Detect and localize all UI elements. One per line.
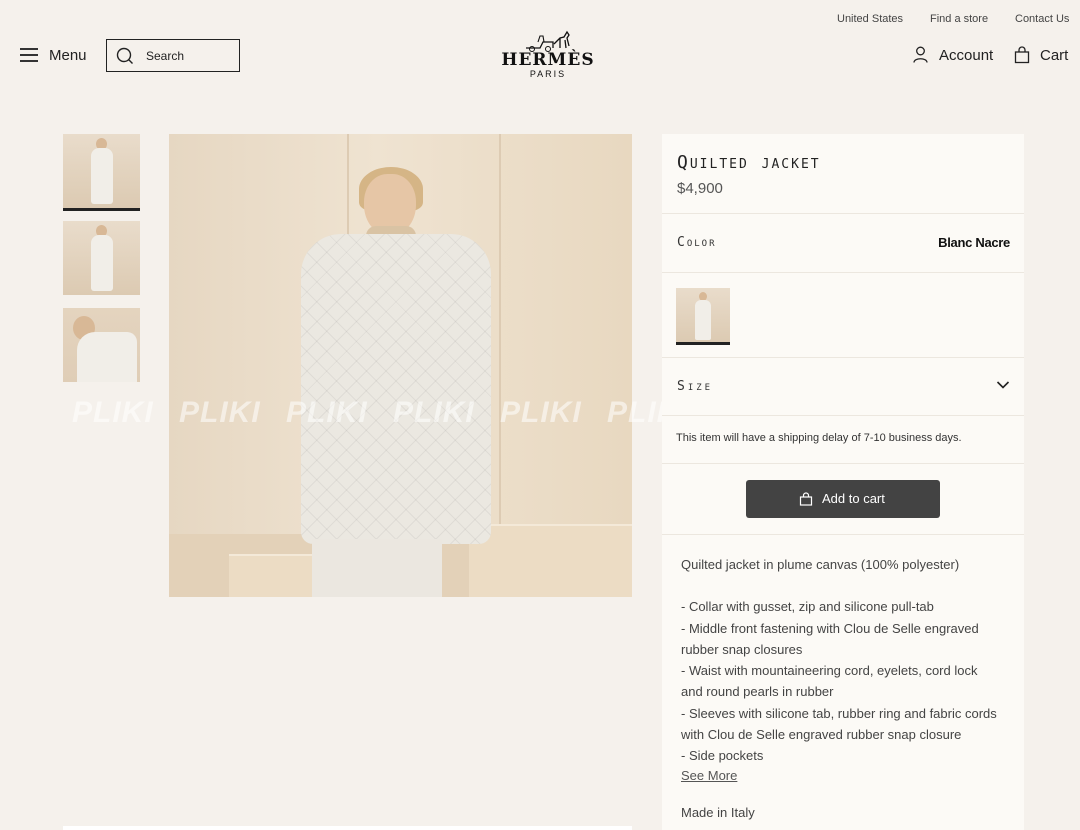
swatch-selected-indicator	[676, 342, 730, 345]
divider	[662, 534, 1024, 535]
brand-logo[interactable]: HERMÈS PARIS	[488, 28, 608, 80]
thumbnail-selected-indicator	[63, 208, 140, 211]
divider	[662, 415, 1024, 416]
description-intro: Quilted jacket in plume canvas (100% pol…	[681, 557, 960, 572]
search-input[interactable]: Search	[106, 39, 240, 72]
next-section-edge	[63, 826, 632, 830]
description-line: rubber snap closures	[681, 642, 803, 657]
shopping-bag-icon	[799, 492, 813, 506]
product-panel: Quilted jacket $4,900 Color Blanc Nacre …	[662, 134, 1024, 830]
search-icon	[116, 47, 133, 64]
main-product-image[interactable]	[169, 134, 632, 597]
thumbnail-3[interactable]	[63, 308, 140, 382]
add-to-cart-label: Add to cart	[822, 491, 885, 506]
logo-wordmark: HERMÈS	[501, 50, 595, 70]
thumbnail-image	[63, 308, 140, 382]
search-placeholder: Search	[146, 49, 185, 63]
description-line: - Collar with gusset, zip and silicone p…	[681, 599, 934, 614]
cart-bag-icon[interactable]	[1014, 46, 1030, 64]
divider	[662, 357, 1024, 358]
menu-button[interactable]: Menu	[49, 47, 87, 64]
divider	[662, 213, 1024, 214]
thumbnail-image	[63, 221, 140, 295]
description-line: - Waist with mountaineering cord, eyelet…	[681, 663, 978, 678]
divider	[662, 463, 1024, 464]
watermark-text: PLIKI	[500, 396, 582, 429]
account-link[interactable]: Account	[939, 47, 993, 64]
divider	[662, 272, 1024, 273]
carriage-logo-icon	[526, 30, 570, 52]
description-line: - Side pockets	[681, 748, 764, 763]
color-swatch[interactable]	[676, 288, 730, 345]
account-icon[interactable]	[913, 46, 928, 63]
hamburger-icon[interactable]	[20, 48, 38, 62]
cart-link[interactable]: Cart	[1040, 47, 1068, 64]
product-title: Quilted jacket	[677, 152, 821, 173]
color-value: Blanc Nacre	[938, 235, 1010, 250]
description-line: with Clou de Selle engraved rubber snap …	[681, 727, 962, 742]
logo-subtitle: PARIS	[529, 69, 567, 79]
thumbnail-1[interactable]	[63, 134, 140, 211]
contact-us-link[interactable]: Contact Us	[1015, 13, 1069, 25]
watermark-text: PLIKI	[393, 396, 475, 429]
find-store-link[interactable]: Find a store	[930, 13, 988, 25]
product-price: $4,900	[677, 180, 723, 197]
watermark-text: PLIKI	[179, 396, 261, 429]
add-to-cart-button[interactable]: Add to cart	[746, 480, 940, 518]
watermark-text: PLIKI	[286, 396, 368, 429]
color-label: Color	[677, 235, 717, 250]
description-line: - Middle front fastening with Clou de Se…	[681, 621, 979, 636]
size-selector[interactable]: Size	[677, 379, 713, 394]
description-line: - Sleeves with silicone tab, rubber ring…	[681, 706, 997, 721]
watermark-text: PLIKI	[72, 396, 154, 429]
see-more-link[interactable]: See More	[681, 768, 737, 783]
shipping-delay-note: This item will have a shipping delay of …	[676, 432, 962, 444]
country-link[interactable]: United States	[837, 13, 903, 25]
thumbnail-2[interactable]	[63, 221, 140, 295]
description-line: and round pearls in rubber	[681, 684, 834, 699]
chevron-down-icon[interactable]	[996, 380, 1010, 390]
thumbnail-image	[63, 134, 140, 208]
made-in-text: Made in Italy	[681, 805, 755, 820]
